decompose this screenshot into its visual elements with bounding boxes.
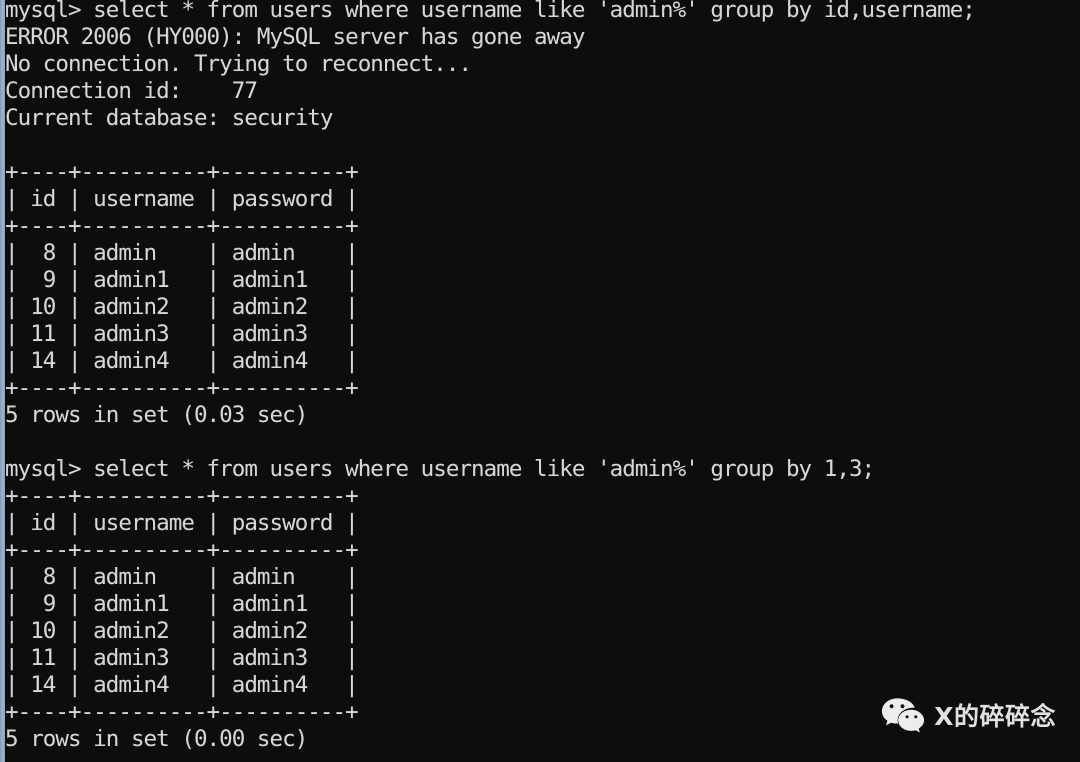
terminal-line: ERROR 2006 (HY000): MySQL server has gon… <box>5 24 585 50</box>
watermark-label: X的碎碎念 <box>934 701 1056 731</box>
terminal-line: Connection id: 77 <box>5 78 258 104</box>
terminal-line: | 14 | admin4 | admin4 | <box>5 348 359 374</box>
terminal-line: | 8 | admin | admin | <box>5 564 359 590</box>
terminal-window[interactable]: mysql> select * from users where usernam… <box>0 0 1080 762</box>
terminal-line: | 14 | admin4 | admin4 | <box>5 672 359 698</box>
terminal-line: +----+----------+----------+ <box>5 213 359 239</box>
terminal-line: +----+----------+----------+ <box>5 375 359 401</box>
vertical-scrollbar[interactable] <box>0 0 5 762</box>
wechat-watermark: X的碎碎念 <box>881 697 1056 735</box>
terminal-line: | 10 | admin2 | admin2 | <box>5 618 359 644</box>
terminal-line: +----+----------+----------+ <box>5 483 359 509</box>
terminal-output: mysql> select * from users where usernam… <box>5 0 1075 753</box>
terminal-line: | 11 | admin3 | admin3 | <box>5 645 359 671</box>
wechat-logo-icon <box>882 698 925 733</box>
terminal-line: mysql> select * from users where usernam… <box>5 456 875 482</box>
terminal-line: | 11 | admin3 | admin3 | <box>5 321 359 347</box>
terminal-line: +----+----------+----------+ <box>5 537 359 563</box>
terminal-line: No connection. Trying to reconnect... <box>5 51 472 77</box>
terminal-line: | 8 | admin | admin | <box>5 240 359 266</box>
terminal-line: | id | username | password | <box>5 510 359 536</box>
terminal-line: | 10 | admin2 | admin2 | <box>5 294 359 320</box>
terminal-line: mysql> select * from users where usernam… <box>5 0 976 23</box>
terminal-line: | id | username | password | <box>5 186 359 212</box>
terminal-line: Current database: security <box>5 105 333 131</box>
terminal-line: +----+----------+----------+ <box>5 159 359 185</box>
terminal-line: | 9 | admin1 | admin1 | <box>5 267 359 293</box>
terminal-line: | 9 | admin1 | admin1 | <box>5 591 359 617</box>
terminal-line: 5 rows in set (0.03 sec) <box>5 402 308 428</box>
